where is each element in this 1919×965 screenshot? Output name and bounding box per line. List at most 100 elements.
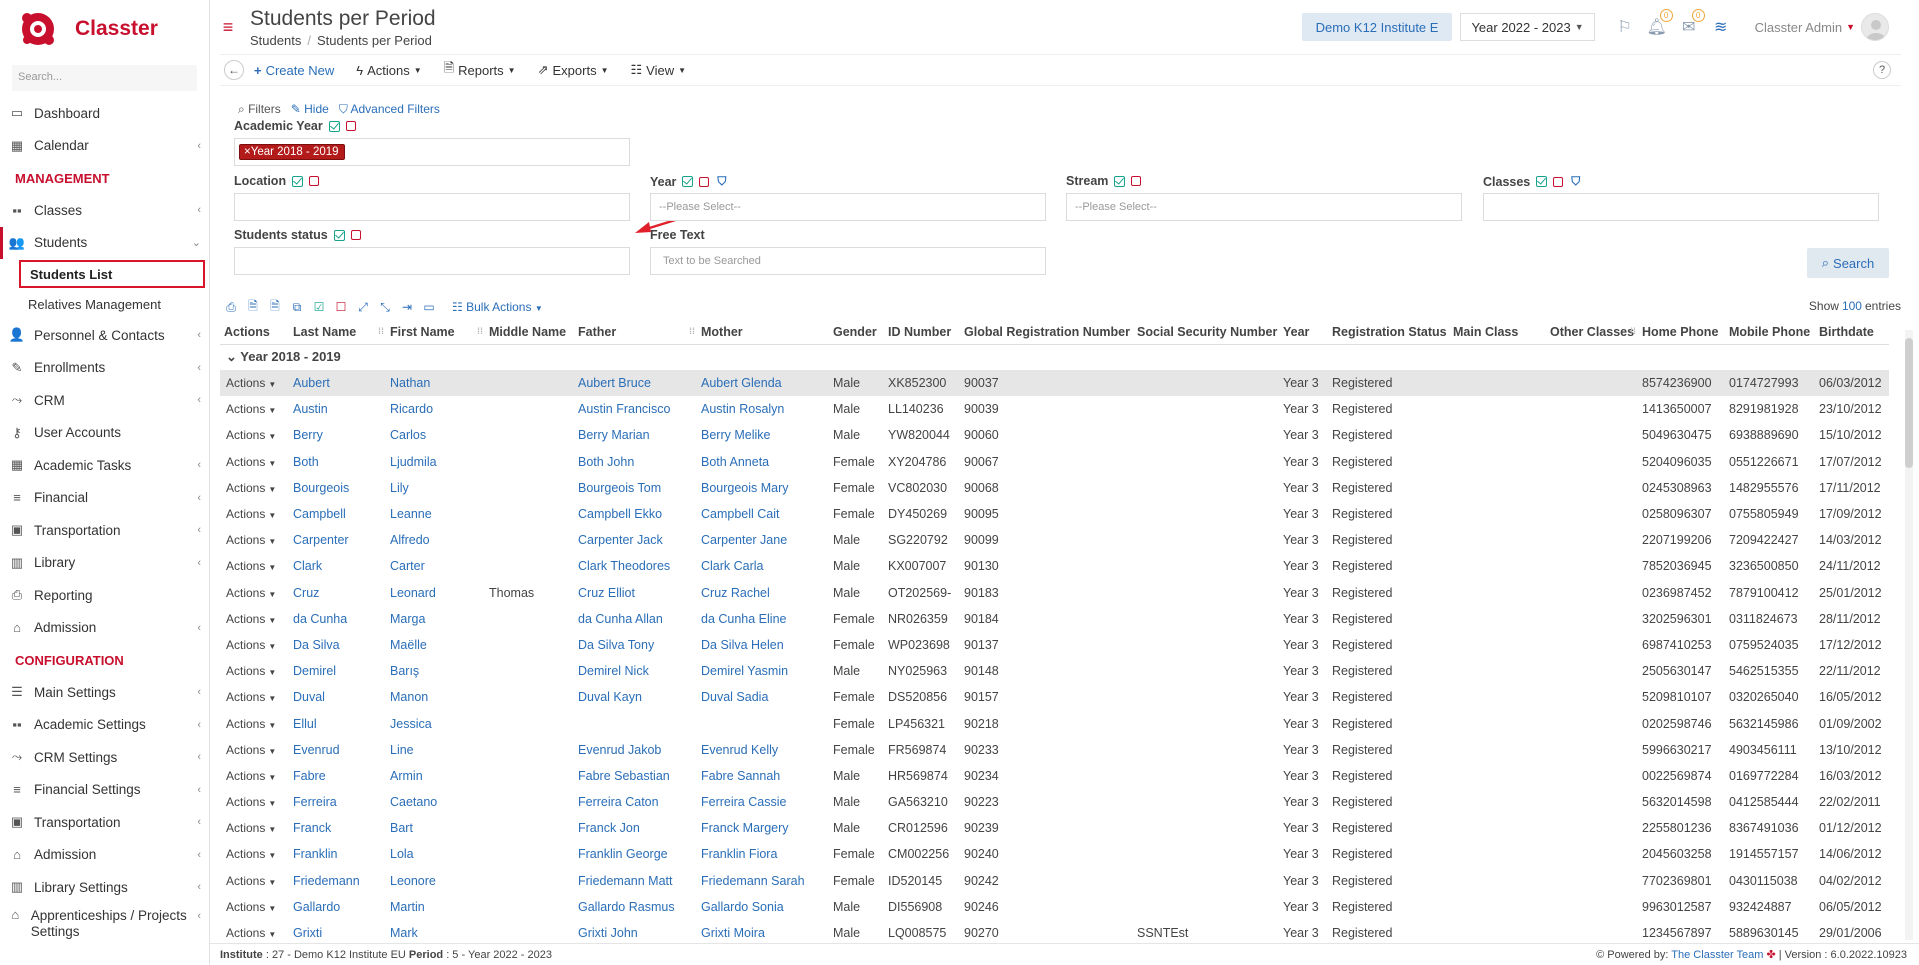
- table-row[interactable]: Actions ▼ Friedemann Leonore Friedemann Matt…: [220, 868, 1889, 894]
- table-cell[interactable]: Carpenter: [293, 527, 390, 553]
- column-header[interactable]: Actions: [220, 320, 293, 345]
- column-header[interactable]: Global Registration Number: [964, 320, 1137, 345]
- sidebar-item-library-settings[interactable]: ▥ Library Settings ‹: [0, 871, 209, 904]
- table-cell[interactable]: Austin Francisco: [578, 396, 701, 422]
- table-row[interactable]: Actions ▼ Berry Carlos Berry Marian Berry Mel…: [220, 422, 1889, 448]
- table-cell[interactable]: Maëlle: [390, 632, 489, 658]
- create-new-button[interactable]: + Create New: [254, 63, 334, 78]
- table-cell[interactable]: [701, 710, 833, 736]
- row-actions-button[interactable]: Actions ▼: [220, 894, 293, 920]
- table-cell[interactable]: Clark Carla: [701, 553, 833, 579]
- sidebar-item-enrollments[interactable]: ✎ Enrollments ‹: [0, 352, 209, 385]
- table-cell[interactable]: da Cunha Eline: [701, 606, 833, 632]
- flag-icon[interactable]: ⚐: [1615, 17, 1635, 37]
- clear-selection-icon[interactable]: [1131, 176, 1142, 186]
- table-cell[interactable]: Barış: [390, 658, 489, 684]
- table-cell[interactable]: Cruz Rachel: [701, 580, 833, 606]
- column-header[interactable]: Last Name ⁞⁞: [293, 320, 390, 345]
- sidebar-item-academic-tasks[interactable]: ▦ Academic Tasks ‹: [0, 449, 209, 482]
- table-cell[interactable]: Martin: [390, 894, 489, 920]
- table-cell[interactable]: Lily: [390, 475, 489, 501]
- table-cell[interactable]: da Cunha: [293, 606, 390, 632]
- user-name[interactable]: Classter Admin: [1755, 20, 1842, 35]
- sidebar-search-input[interactable]: Search...: [12, 65, 197, 91]
- sidebar-item-user-accounts[interactable]: ⚷ User Accounts: [0, 417, 209, 450]
- filter-funnel-icon[interactable]: ⛉: [1571, 174, 1580, 189]
- view-menu-button[interactable]: ☷ View ▼: [631, 62, 687, 78]
- row-actions-button[interactable]: Actions ▼: [220, 789, 293, 815]
- table-cell[interactable]: Fabre Sebastian: [578, 763, 701, 789]
- print-icon[interactable]: ⎙: [220, 300, 242, 315]
- table-cell[interactable]: Bourgeois Tom: [578, 475, 701, 501]
- table-cell[interactable]: Aubert Bruce: [578, 370, 701, 397]
- table-cell[interactable]: Evenrud: [293, 737, 390, 763]
- row-actions-button[interactable]: Actions ▼: [220, 868, 293, 894]
- table-row[interactable]: Actions ▼ Clark Carter Clark Theodores Clark …: [220, 553, 1889, 579]
- row-actions-button[interactable]: Actions ▼: [220, 684, 293, 710]
- table-cell[interactable]: Bourgeois Mary: [701, 475, 833, 501]
- table-cell[interactable]: Cruz: [293, 580, 390, 606]
- select-all-check-icon[interactable]: [292, 175, 304, 187]
- table-cell[interactable]: Franck Jon: [578, 815, 701, 841]
- sidebar-subitem-relatives-management[interactable]: Relatives Management: [0, 289, 209, 319]
- row-actions-button[interactable]: Actions ▼: [220, 475, 293, 501]
- row-actions-button[interactable]: Actions ▼: [220, 815, 293, 841]
- clear-selection-icon[interactable]: [345, 121, 356, 131]
- row-actions-button[interactable]: Actions ▼: [220, 763, 293, 789]
- sidebar-item-transportation[interactable]: ▣ Transportation ‹: [0, 514, 209, 547]
- vertical-scrollbar[interactable]: [1905, 330, 1913, 940]
- sidebar-item-library[interactable]: ▥ Library ‹: [0, 547, 209, 580]
- year-select-input[interactable]: --Please Select--: [650, 193, 1046, 221]
- row-actions-button[interactable]: Actions ▼: [220, 710, 293, 736]
- sidebar-item-main-settings[interactable]: ☰ Main Settings ‹: [0, 676, 209, 709]
- table-cell[interactable]: Franklin Fiora: [701, 841, 833, 867]
- columns-icon[interactable]: ▭: [418, 300, 440, 314]
- column-header[interactable]: Other Classes ⁞⁞: [1550, 320, 1642, 345]
- table-cell[interactable]: Demirel Yasmin: [701, 658, 833, 684]
- table-cell[interactable]: Caetano: [390, 789, 489, 815]
- column-header[interactable]: ID Number: [888, 320, 964, 345]
- sidebar-item-admission-settings[interactable]: ⌂ Admission ‹: [0, 839, 209, 872]
- table-cell[interactable]: Leanne: [390, 501, 489, 527]
- column-header[interactable]: Mobile Phone: [1729, 320, 1819, 345]
- table-row[interactable]: Actions ▼ Evenrud Line Evenrud Jakob Evenrud …: [220, 737, 1889, 763]
- table-cell[interactable]: Da Silva Helen: [701, 632, 833, 658]
- table-row[interactable]: Actions ▼ Da Silva Maëlle Da Silva Tony Da Si…: [220, 632, 1889, 658]
- table-cell[interactable]: Aubert: [293, 370, 390, 397]
- table-cell[interactable]: Grixti: [293, 920, 390, 940]
- row-actions-button[interactable]: Actions ▼: [220, 422, 293, 448]
- column-header[interactable]: Father ⁞⁞: [578, 320, 701, 345]
- table-cell[interactable]: Both: [293, 449, 390, 475]
- row-actions-button[interactable]: Actions ▼: [220, 396, 293, 422]
- table-cell[interactable]: Carter: [390, 553, 489, 579]
- row-actions-button[interactable]: Actions ▼: [220, 606, 293, 632]
- help-icon[interactable]: ?: [1873, 61, 1891, 79]
- column-header[interactable]: Mother: [701, 320, 833, 345]
- table-row[interactable]: Actions ▼ Carpenter Alfredo Carpenter Jack Ca…: [220, 527, 1889, 553]
- row-actions-button[interactable]: Actions ▼: [220, 501, 293, 527]
- exports-menu-button[interactable]: ⇗ Exports ▼: [538, 62, 609, 78]
- deselect-all-icon[interactable]: ☐: [330, 300, 352, 314]
- row-actions-button[interactable]: Actions ▼: [220, 527, 293, 553]
- sidebar-item-calendar[interactable]: ▦ Calendar ‹: [0, 130, 209, 163]
- column-header[interactable]: Social Security Number: [1137, 320, 1283, 345]
- academic-year-input[interactable]: ×Year 2018 - 2019: [234, 138, 630, 166]
- table-cell[interactable]: Alfredo: [390, 527, 489, 553]
- clear-selection-icon[interactable]: [699, 176, 710, 187]
- table-cell[interactable]: Duval: [293, 684, 390, 710]
- table-cell[interactable]: Da Silva Tony: [578, 632, 701, 658]
- mail-icon[interactable]: ✉ 0: [1679, 9, 1705, 37]
- table-cell[interactable]: Duval Sadia: [701, 684, 833, 710]
- sidebar-item-dashboard[interactable]: ▭ Dashboard: [0, 97, 209, 130]
- table-row[interactable]: Actions ▼ Gallardo Martin Gallardo Rasmus Gal…: [220, 894, 1889, 920]
- table-cell[interactable]: Berry Marian: [578, 422, 701, 448]
- sidebar-item-admission[interactable]: ⌂ Admission ‹: [0, 612, 209, 645]
- drag-handle-icon[interactable]: ⁞⁞: [477, 326, 483, 336]
- table-cell[interactable]: Demirel: [293, 658, 390, 684]
- table-cell[interactable]: Ferreira Caton: [578, 789, 701, 815]
- sidebar-item-reporting[interactable]: ⎙ Reporting: [0, 579, 209, 612]
- table-cell[interactable]: Cruz Elliot: [578, 580, 701, 606]
- table-cell[interactable]: Manon: [390, 684, 489, 710]
- table-row[interactable]: Actions ▼ Franklin Lola Franklin George Frank…: [220, 841, 1889, 867]
- table-cell[interactable]: Lola: [390, 841, 489, 867]
